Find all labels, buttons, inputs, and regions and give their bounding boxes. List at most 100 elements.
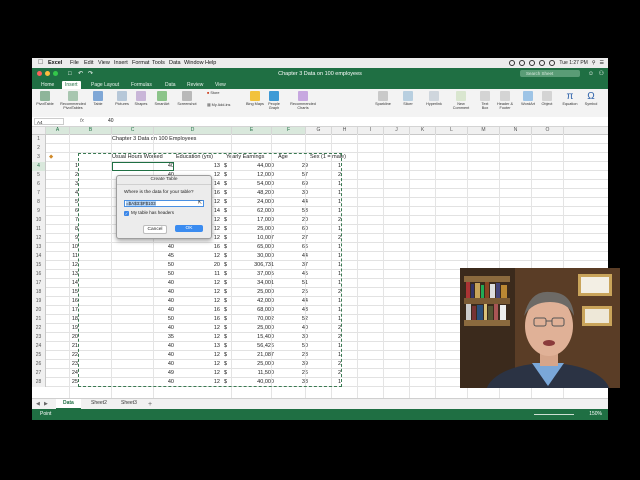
row-header[interactable]: 1 [32,135,46,144]
education-cell[interactable]: 16 [174,306,220,314]
row-header[interactable]: 10 [32,216,46,225]
education-cell[interactable]: 20 [174,261,220,269]
earnings-cell[interactable]: 306,731 [230,261,274,269]
earnings-cell[interactable]: 12,000 [230,171,274,179]
education-cell[interactable]: 11 [174,270,220,278]
education-cell[interactable]: 12 [174,369,220,377]
sex-cell[interactable]: 2 [312,171,341,179]
age-cell[interactable]: 39 [278,360,308,368]
hours-cell[interactable]: 45 [112,252,174,260]
row-header[interactable]: 7 [32,189,46,198]
apple-icon[interactable]:  [38,59,43,67]
table-range-input[interactable]: =$A$3:$F$103 ⇱ [124,200,204,207]
column-header-f[interactable]: F [272,127,306,134]
prev-sheet-icon[interactable]: ◀ [36,400,40,409]
recommended-pivottables-button[interactable]: Recommended PivotTables [57,91,89,110]
notification-center-icon[interactable]: ☰ [600,60,604,66]
hours-cell[interactable]: 40 [112,243,174,251]
hours-cell[interactable]: 49 [112,369,174,377]
education-cell[interactable]: 12 [174,378,220,386]
tab-page-layout[interactable]: Page Layout [88,81,122,89]
age-cell[interactable]: 66 [278,243,308,251]
row-header[interactable]: 28 [32,378,46,387]
id-cell[interactable]: 11 [48,252,78,260]
earnings-cell[interactable]: 10,007 [230,234,274,242]
sex-cell[interactable]: 2 [312,288,341,296]
header-hours-cell[interactable]: Usual Hours Worked [112,153,172,161]
sex-cell[interactable]: 1 [312,252,341,260]
header-age-cell[interactable]: Age [278,153,302,161]
age-cell[interactable]: 40 [278,324,308,332]
menu-file[interactable]: File [70,59,79,67]
menu-insert[interactable]: Insert [114,59,128,67]
menu-window[interactable]: Window [184,59,204,67]
education-cell[interactable]: 16 [174,243,220,251]
education-cell[interactable]: 12 [174,360,220,368]
sex-cell[interactable]: 1 [312,198,341,206]
smartart-button[interactable]: SmartArt [151,91,173,106]
earnings-cell[interactable]: 11,500 [230,369,274,377]
wordart-button[interactable]: WordArt [518,91,538,106]
earnings-cell[interactable]: 25,000 [230,360,274,368]
sex-cell[interactable]: 1 [312,162,341,170]
earnings-cell[interactable]: 37,005 [230,270,274,278]
earnings-cell[interactable]: 48,200 [230,189,274,197]
cancel-button[interactable]: Cancel [143,225,167,234]
row-header[interactable]: 8 [32,198,46,207]
earnings-cell[interactable]: 34,001 [230,279,274,287]
age-cell[interactable]: 26 [278,369,308,377]
earnings-cell[interactable]: 68,000 [230,306,274,314]
earnings-cell[interactable]: 25,000 [230,324,274,332]
earnings-cell[interactable]: 62,000 [230,207,274,215]
id-cell[interactable]: 17 [48,306,78,314]
row-header[interactable]: 23 [32,333,46,342]
age-cell[interactable]: 53 [278,207,308,215]
formula-input[interactable]: 40 [108,117,114,126]
id-cell[interactable]: 7 [48,216,78,224]
row-header[interactable]: 14 [32,252,46,261]
menu-format[interactable]: Format [132,59,149,67]
id-cell[interactable]: 14 [48,279,78,287]
row-header[interactable]: 22 [32,324,46,333]
column-header-m[interactable]: M [468,127,500,134]
hours-cell[interactable]: 40 [112,342,174,350]
id-cell[interactable]: 5 [48,198,78,206]
row-header[interactable]: 11 [32,225,46,234]
row-header[interactable]: 13 [32,243,46,252]
column-header-o[interactable]: O [532,127,564,134]
select-all-corner[interactable] [32,127,46,134]
bluetooth-icon[interactable] [529,60,536,66]
earnings-cell[interactable]: 30,000 [230,252,274,260]
education-cell[interactable]: 12 [174,288,220,296]
hours-cell[interactable]: 40 [112,297,174,305]
earnings-cell[interactable]: 65,000 [230,243,274,251]
symbol-button[interactable]: Ω Symbol [582,91,600,106]
earnings-cell[interactable]: 15,400 [230,333,274,341]
id-cell[interactable]: 19 [48,324,78,332]
row-header[interactable]: 26 [32,360,46,369]
earnings-cell[interactable]: 40,000 [230,378,274,386]
earnings-cell[interactable]: 42,000 [230,297,274,305]
age-cell[interactable]: 30 [278,189,308,197]
sex-cell[interactable]: 2 [312,324,341,332]
sex-cell[interactable]: 2 [312,360,341,368]
education-cell[interactable]: 12 [174,279,220,287]
column-header-i[interactable]: I [358,127,384,134]
age-cell[interactable]: 27 [278,234,308,242]
zoom-slider[interactable] [534,414,574,415]
column-header-h[interactable]: H [332,127,358,134]
row-header[interactable]: 18 [32,288,46,297]
earnings-cell[interactable]: 70,002 [230,315,274,323]
header-earnings-cell[interactable]: Yearly Earnings [226,153,276,161]
search-sheet-input[interactable]: Search Sheet [520,70,580,77]
hours-cell[interactable]: 50 [112,270,174,278]
hours-cell[interactable]: 40 [112,351,174,359]
earnings-cell[interactable]: 25,000 [230,288,274,296]
hours-cell[interactable]: 40 [112,279,174,287]
row-header[interactable]: 12 [32,234,46,243]
share-icon[interactable]: ⚇ [599,70,604,78]
sex-cell[interactable]: 2 [312,234,341,242]
education-cell[interactable]: 12 [174,333,220,341]
column-header-b[interactable]: B [70,127,112,134]
menu-data[interactable]: Data [169,59,181,67]
